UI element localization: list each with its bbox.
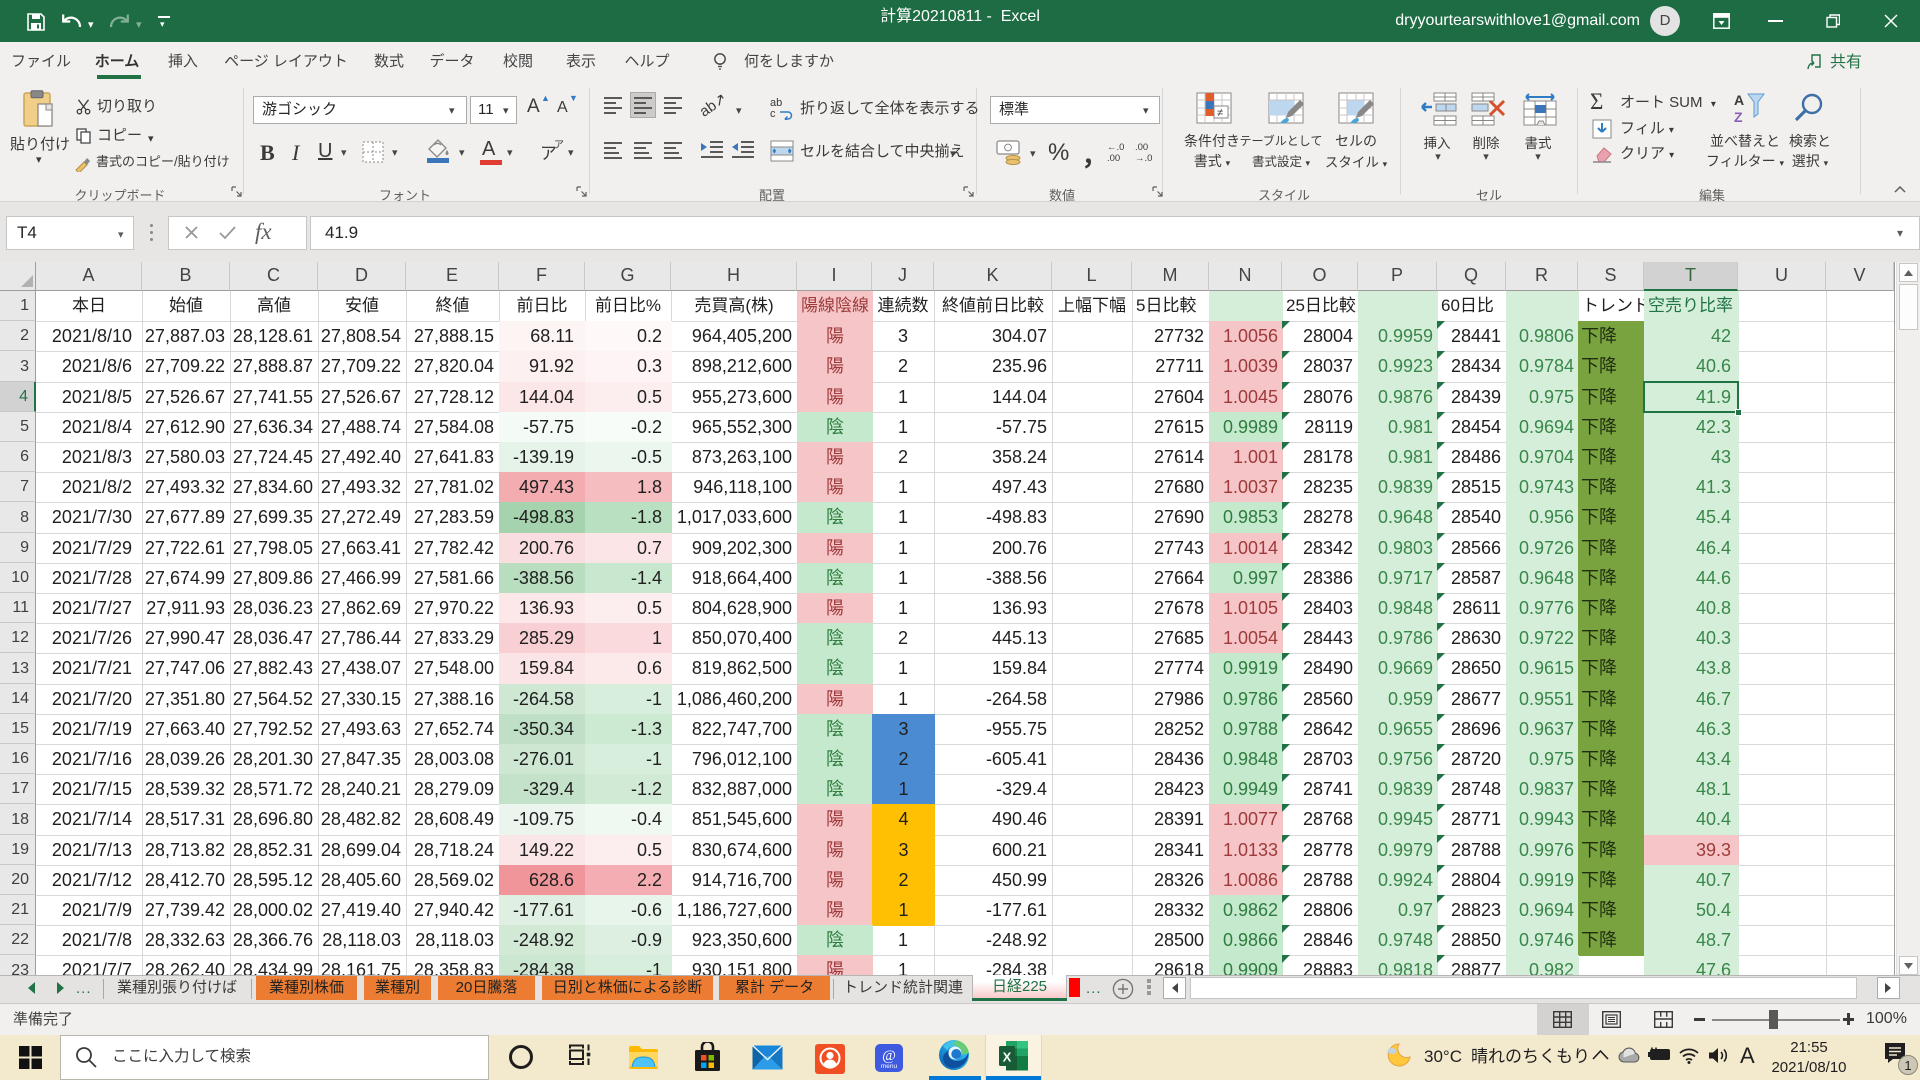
svg-text:←.0: ←.0 [1107, 142, 1124, 153]
svg-text:X: X [1003, 1050, 1012, 1065]
svg-text:.00: .00 [1135, 142, 1148, 153]
svg-text:.00: .00 [1107, 153, 1120, 164]
svg-text:c: c [770, 108, 776, 120]
svg-text:@: @ [882, 1048, 896, 1064]
svg-text:A: A [1734, 92, 1744, 108]
svg-text:menu: menu [881, 1063, 898, 1070]
svg-text:Z: Z [1734, 109, 1743, 124]
svg-text:≠: ≠ [1217, 107, 1223, 119]
svg-text:→.0: →.0 [1135, 153, 1152, 164]
